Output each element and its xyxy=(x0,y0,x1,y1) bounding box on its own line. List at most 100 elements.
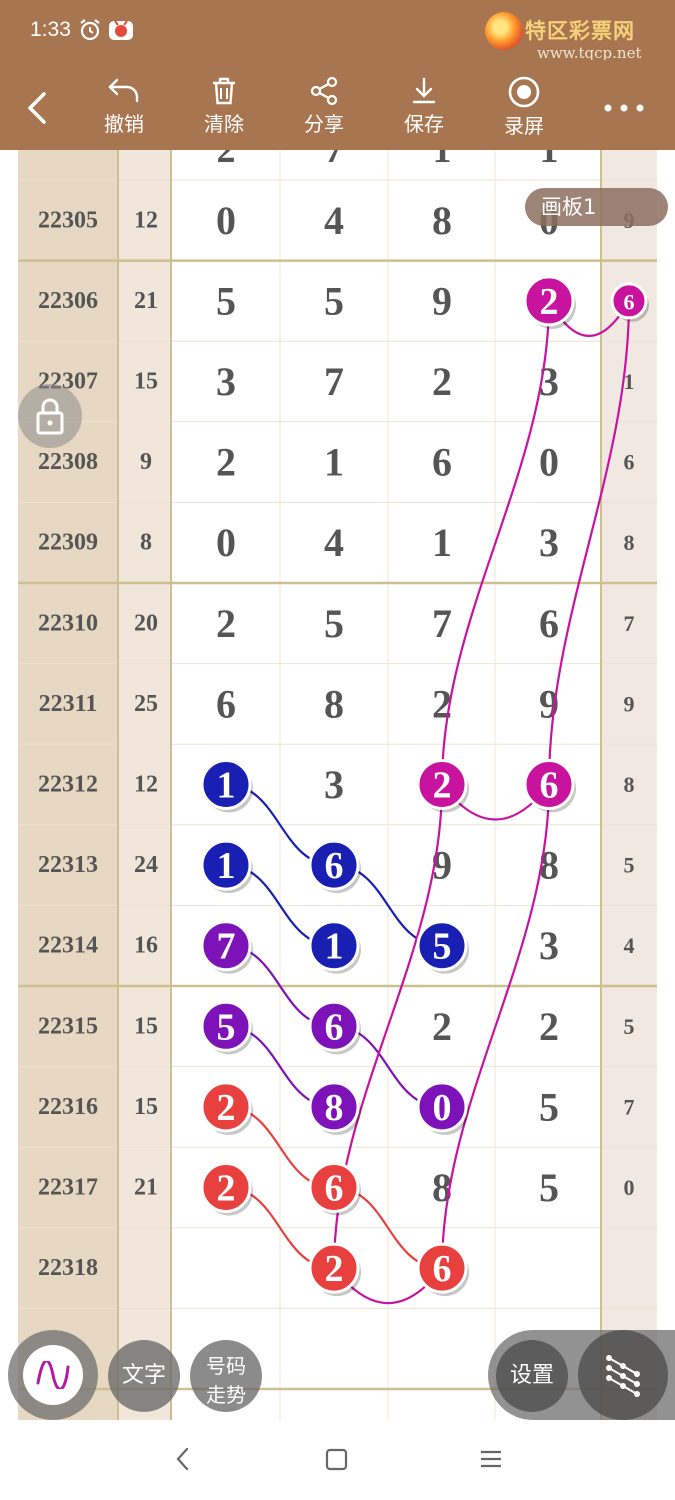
system-nav-bar xyxy=(0,1420,675,1500)
extra-digit: 5 xyxy=(624,1014,635,1039)
record-icon xyxy=(508,76,540,108)
share-icon xyxy=(310,76,338,106)
sum-value: 16 xyxy=(134,933,158,959)
record-label: 录屏 xyxy=(504,114,544,138)
number-ball-label: 5 xyxy=(217,1006,236,1048)
extra-digit: 8 xyxy=(624,772,635,797)
issue-number: 22305 xyxy=(38,207,98,233)
sum-value: 21 xyxy=(134,288,158,314)
save-button[interactable]: 保存 xyxy=(384,72,464,144)
draw-digit: 2 xyxy=(432,359,452,404)
issue-number: 22314 xyxy=(38,933,98,959)
draw-digit: 9 xyxy=(432,278,452,323)
record-button[interactable]: 录屏 xyxy=(484,72,564,144)
number-ball-label: 1 xyxy=(217,845,236,887)
number-trend-button[interactable]: 号码 走势 xyxy=(190,1340,262,1412)
drawing-toolbar: 撤销 清除 分享 保存 录屏 xyxy=(0,60,675,150)
number-trend-label-1: 号码 xyxy=(206,1354,246,1378)
undo-button[interactable]: 撤销 xyxy=(84,72,164,144)
extra-digit: 6 xyxy=(624,450,635,475)
sum-value: 8 xyxy=(140,530,152,556)
draw-digit: 2 xyxy=(216,440,236,485)
nav-menu-icon[interactable] xyxy=(476,1444,506,1474)
undo-label: 撤销 xyxy=(104,112,144,136)
trend-chart-canvas[interactable]: 2711223051204809223062155922307153723122… xyxy=(0,150,675,1420)
text-tool-button[interactable]: 文字 xyxy=(108,1340,180,1412)
number-ball-label: 6 xyxy=(624,289,635,314)
trend-lines-icon xyxy=(606,1355,640,1397)
draw-digit: 0 xyxy=(539,440,559,485)
number-ball-label: 2 xyxy=(540,281,559,323)
undo-icon xyxy=(108,78,139,103)
number-ball-label: 1 xyxy=(217,765,236,807)
back-arrow-icon[interactable] xyxy=(22,88,52,128)
sum-value: 15 xyxy=(134,369,158,395)
draw-digit: 8 xyxy=(432,198,452,243)
issue-number: 22312 xyxy=(38,772,98,798)
text-tool-label: 文字 xyxy=(121,1363,166,1388)
nav-home-icon[interactable] xyxy=(322,1444,352,1474)
clear-button[interactable]: 清除 xyxy=(184,72,264,144)
number-ball-label: 2 xyxy=(433,765,452,807)
watermark-text: 特区彩票网 xyxy=(525,19,635,43)
sum-value: 12 xyxy=(134,772,158,798)
issue-number: 22310 xyxy=(38,610,98,636)
extra-digit: 4 xyxy=(624,933,635,958)
status-time: 1:33 xyxy=(30,18,71,41)
trash-icon xyxy=(213,77,235,105)
lock-icon xyxy=(36,398,64,435)
draw-digit: 6 xyxy=(216,681,236,726)
settings-label: 设置 xyxy=(509,1363,554,1388)
more-icon[interactable] xyxy=(600,100,650,120)
issue-number: 22308 xyxy=(38,449,98,475)
number-ball-label: 6 xyxy=(540,765,559,807)
lock-button[interactable] xyxy=(18,384,82,448)
draw-digit: 3 xyxy=(216,359,236,404)
settings-button[interactable]: 设置 xyxy=(496,1340,568,1412)
number-ball-label: 6 xyxy=(325,1006,344,1048)
issue-number: 22311 xyxy=(39,691,98,717)
trend-lines-button[interactable] xyxy=(578,1330,668,1420)
sum-value: 9 xyxy=(140,449,152,475)
trend-table[interactable]: 2711223051204809223062155922307153723122… xyxy=(0,150,675,1420)
canvas-selector[interactable]: 画板1 xyxy=(525,188,668,226)
draw-digit: 8 xyxy=(324,681,344,726)
draw-digit: 2 xyxy=(216,601,236,646)
draw-digit: 2 xyxy=(432,1004,452,1049)
sum-value: 15 xyxy=(134,1013,158,1039)
number-ball-label: 2 xyxy=(217,1168,236,1210)
issue-number: 22306 xyxy=(38,288,98,314)
download-icon xyxy=(412,77,436,104)
draw-digit: 5 xyxy=(539,1165,559,1210)
issue-number: 22316 xyxy=(38,1094,98,1120)
issue-number: 22317 xyxy=(38,1175,98,1201)
issue-number: 22315 xyxy=(38,1013,98,1039)
extra-digit: 0 xyxy=(624,1175,635,1200)
nav-back-icon[interactable] xyxy=(170,1444,196,1474)
draw-digit: 0 xyxy=(216,520,236,565)
draw-digit: 3 xyxy=(539,520,559,565)
number-ball-label: 2 xyxy=(217,1087,236,1129)
draw-digit: 4 xyxy=(324,198,344,243)
watermark: 特区彩票网 www.tqcp.net xyxy=(485,10,670,62)
draw-digit: 0 xyxy=(216,198,236,243)
partial-row-digit: 2 xyxy=(217,150,236,171)
extra-digit: 7 xyxy=(624,1094,635,1119)
share-label: 分享 xyxy=(304,112,344,136)
save-label: 保存 xyxy=(404,112,444,136)
pen-tool-button[interactable] xyxy=(8,1330,98,1420)
share-button[interactable]: 分享 xyxy=(284,72,364,144)
draw-digit: 1 xyxy=(432,520,452,565)
issue-number: 22313 xyxy=(38,852,98,878)
draw-digit: 1 xyxy=(324,440,344,485)
partial-row-digit: 7 xyxy=(325,150,344,171)
number-ball-label: 8 xyxy=(325,1087,344,1129)
draw-digit: 4 xyxy=(324,520,344,565)
draw-digit: 7 xyxy=(324,359,344,404)
sum-value: 15 xyxy=(134,1094,158,1120)
issue-number: 22318 xyxy=(38,1255,98,1281)
clear-label: 清除 xyxy=(204,112,244,136)
draw-digit: 5 xyxy=(539,1084,559,1129)
sum-value: 25 xyxy=(134,691,158,717)
sum-value: 20 xyxy=(134,610,158,636)
